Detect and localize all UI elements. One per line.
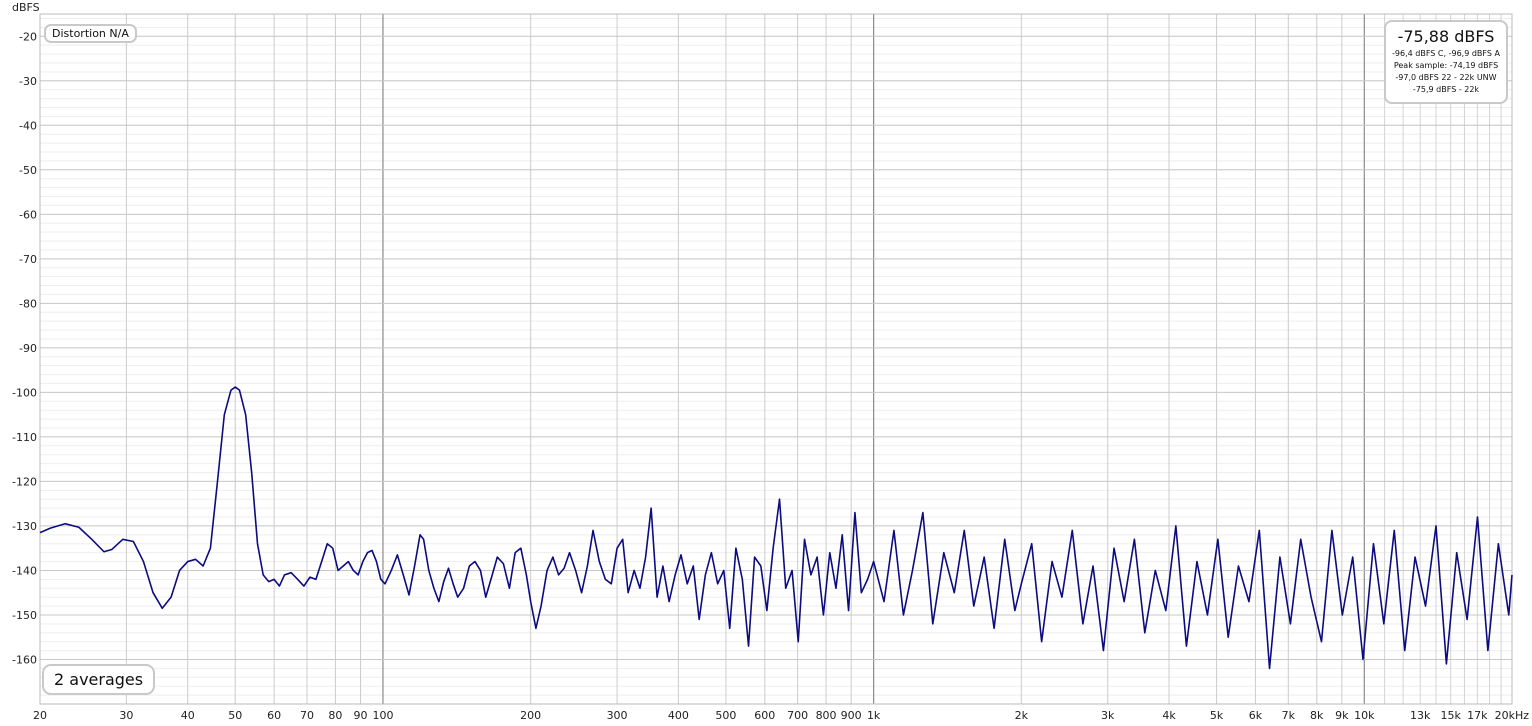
x-tick-label: 90 <box>354 709 368 722</box>
x-tick-label: 20kHz <box>1495 709 1530 722</box>
plot-frame <box>39 13 1513 705</box>
x-tick-label: 10k <box>1354 709 1375 722</box>
x-tick-label: 60 <box>267 709 281 722</box>
x-tick-label: 100 <box>372 709 393 722</box>
y-tick-label: -150 <box>12 609 37 622</box>
y-tick-label: -60 <box>19 208 37 221</box>
x-tick-label: 6k <box>1249 709 1263 722</box>
x-tick-label: 15k <box>1441 709 1462 722</box>
x-tick-label: 2k <box>1015 709 1029 722</box>
x-tick-label: 40 <box>181 709 195 722</box>
y-axis-label: dBFS <box>12 1 40 14</box>
x-tick-label: 80 <box>328 709 342 722</box>
x-tick-label: 7k <box>1282 709 1296 722</box>
axes <box>39 13 1513 705</box>
y-tick-label: -80 <box>19 297 37 310</box>
spectrum-chart: dBFS -20 -30 -40 -50 -60 -70 -80 -90 -100 -110 -12… <box>12 1 1529 722</box>
x-tick-label: 17k <box>1467 709 1488 722</box>
x-tick-label: 8k <box>1310 709 1324 722</box>
x-tick-label: 20 <box>33 709 47 722</box>
y-tick-labels: -20 -30 -40 -50 -60 -70 -80 -90 -100 -110 -120 -130… <box>12 30 37 666</box>
x-tick-label: 4k <box>1162 709 1176 722</box>
x-tick-labels: 20 30 40 50 60 70 80 90 100 200 300 400 500 600 700 800… <box>33 709 1529 722</box>
level-main: -75,88 dBFS <box>1397 27 1495 46</box>
level-unweighted: -97,0 dBFS 22 - 22k UNW <box>1395 73 1497 82</box>
level-band: -75,9 dBFS - 22k <box>1412 85 1480 94</box>
y-tick-label: -50 <box>19 164 37 177</box>
y-tick-label: -130 <box>12 520 37 533</box>
x-tick-label: 500 <box>715 709 736 722</box>
x-tick-label: 50 <box>228 709 242 722</box>
x-tick-label: 800 <box>816 709 837 722</box>
distortion-box: Distortion N/A <box>44 24 137 43</box>
x-tick-label: 700 <box>787 709 808 722</box>
grid-major <box>40 14 1512 704</box>
x-tick-label: 300 <box>607 709 628 722</box>
y-tick-label: -110 <box>12 431 37 444</box>
x-tick-label: 9k <box>1335 709 1349 722</box>
y-tick-label: -40 <box>19 119 37 132</box>
level-weighted: -96,4 dBFS C, -96,9 dBFS A <box>1392 49 1500 58</box>
grid-minor <box>39 14 1513 705</box>
averages-box: 2 averages <box>42 664 156 695</box>
x-tick-label: 600 <box>754 709 775 722</box>
x-tick-label: 5k <box>1210 709 1224 722</box>
x-tick-label: 1k <box>867 709 881 722</box>
y-tick-label: -70 <box>19 253 37 266</box>
y-tick-label: -100 <box>12 386 37 399</box>
level-readout-box: -75,88 dBFS -96,4 dBFS C, -96,9 dBFS A P… <box>1384 20 1508 104</box>
y-tick-label: -20 <box>19 30 37 43</box>
y-tick-label: -90 <box>19 342 37 355</box>
x-tick-label: 900 <box>841 709 862 722</box>
y-tick-label: -160 <box>12 653 37 666</box>
y-tick-label: -120 <box>12 475 37 488</box>
x-tick-label: 200 <box>520 709 541 722</box>
spectrum-line <box>39 386 1513 670</box>
x-tick-label: 3k <box>1101 709 1115 722</box>
y-tick-label: -140 <box>12 564 37 577</box>
x-tick-label: 70 <box>300 709 314 722</box>
x-tick-label: 400 <box>668 709 689 722</box>
level-peak-sample: Peak sample: -74,19 dBFS <box>1393 61 1499 70</box>
x-tick-label: 13k <box>1410 709 1431 722</box>
x-tick-label: 30 <box>119 709 133 722</box>
y-tick-label: -30 <box>19 75 37 88</box>
